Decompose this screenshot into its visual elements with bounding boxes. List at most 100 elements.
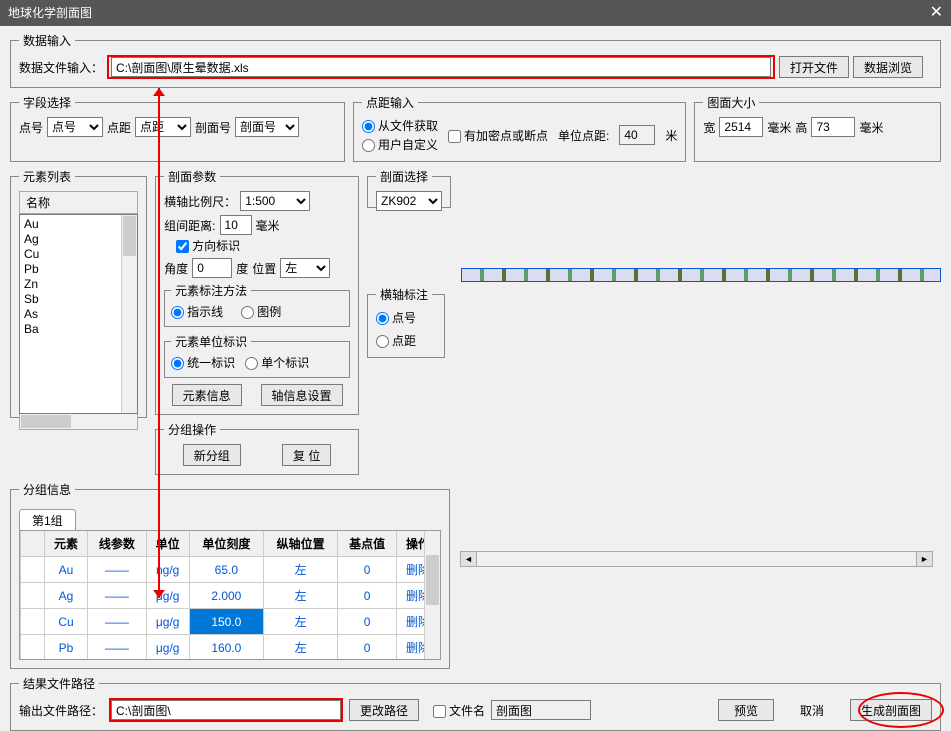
- cell-elem[interactable]: Pb: [45, 635, 88, 661]
- table-row[interactable]: Ag——μg/g2.000左0删除: [21, 583, 440, 609]
- section-value-select[interactable]: ZK902: [376, 191, 442, 211]
- window-title: 地球化学剖面图: [8, 0, 92, 26]
- browse-data-button[interactable]: 数据浏览: [853, 56, 923, 78]
- data-file-input[interactable]: [111, 57, 771, 77]
- cell-elem[interactable]: Ag: [45, 583, 88, 609]
- cell-lineparam[interactable]: ——: [88, 635, 147, 661]
- chevron-left-icon[interactable]: ◄: [461, 552, 477, 566]
- unit-unified-radio[interactable]: 统一标识: [171, 354, 235, 371]
- haxis-mark-group: 横轴标注 点号 点距: [367, 286, 445, 358]
- cell-lineparam[interactable]: ——: [88, 609, 147, 635]
- cell-unit[interactable]: μg/g: [146, 635, 189, 661]
- user-def-radio[interactable]: 用户自定义: [362, 136, 438, 153]
- group-ops-group: 分组操作 新分组 复 位: [155, 421, 359, 475]
- section-select-legend: 剖面选择: [376, 168, 432, 185]
- axis-info-button[interactable]: 轴信息设置: [261, 384, 343, 406]
- from-file-radio[interactable]: 从文件获取: [362, 117, 438, 134]
- cell-base[interactable]: 0: [338, 635, 397, 661]
- list-item[interactable]: Pb: [24, 262, 133, 277]
- element-list-hscroll[interactable]: [19, 414, 138, 430]
- generate-button[interactable]: 生成剖面图: [850, 699, 932, 721]
- preview-button[interactable]: 预览: [718, 699, 774, 721]
- field-select-group: 字段选择 点号 点号 点距 点距 剖面号 剖面号: [10, 94, 345, 162]
- haxis-dist-radio[interactable]: 点距: [376, 334, 416, 348]
- height-input[interactable]: [811, 117, 855, 137]
- elem-info-button[interactable]: 元素信息: [172, 384, 242, 406]
- width-input[interactable]: [719, 117, 763, 137]
- dist-select[interactable]: 点距: [135, 117, 191, 137]
- open-file-button[interactable]: 打开文件: [779, 56, 849, 78]
- pos-label: 位置: [252, 260, 276, 277]
- hscale-select[interactable]: 1:500: [240, 191, 310, 211]
- close-icon[interactable]: ✕: [930, 0, 943, 26]
- cell-base[interactable]: 0: [338, 609, 397, 635]
- cell-base[interactable]: 0: [338, 583, 397, 609]
- group-info-group: 分组信息 第1组 元素 线参数 单位 单位刻度 纵轴位置 基点值 操作 Au——…: [10, 481, 450, 669]
- cell-unit[interactable]: ng/g: [146, 557, 189, 583]
- angle-label: 角度: [164, 260, 188, 277]
- cell-base[interactable]: 0: [338, 557, 397, 583]
- cell-scale[interactable]: 2.000: [189, 583, 263, 609]
- result-path-group: 结果文件路径 输出文件路径： 更改路径 文件名 预览 取消 生成剖面图: [10, 675, 941, 731]
- dir-mark-checkbox[interactable]: 方向标识: [176, 237, 341, 254]
- cell-ypos[interactable]: 左: [263, 583, 337, 609]
- width-label: 宽: [703, 119, 715, 136]
- pos-select[interactable]: 左: [280, 258, 330, 278]
- cell-elem[interactable]: Cu: [45, 609, 88, 635]
- filename-checkbox[interactable]: 文件名: [433, 702, 485, 719]
- cell-scale[interactable]: 150.0: [189, 609, 263, 635]
- change-path-button[interactable]: 更改路径: [349, 699, 419, 721]
- haxis-pointno-radio[interactable]: 点号: [376, 311, 416, 325]
- redbox-annotation-2: [109, 698, 343, 722]
- table-row[interactable]: Pb——μg/g160.0左0删除: [21, 635, 440, 661]
- cell-unit[interactable]: μg/g: [146, 609, 189, 635]
- result-path-legend: 结果文件路径: [19, 675, 99, 692]
- cell-ypos[interactable]: 左: [263, 609, 337, 635]
- mark-line-radio[interactable]: 指示线: [171, 303, 223, 320]
- titlebar: 地球化学剖面图 ✕: [0, 0, 951, 26]
- list-item[interactable]: Au: [24, 217, 133, 232]
- pointno-select[interactable]: 点号: [47, 117, 103, 137]
- list-item[interactable]: Sb: [24, 292, 133, 307]
- group-table-vscroll[interactable]: [424, 531, 440, 659]
- cell-lineparam[interactable]: ——: [88, 557, 147, 583]
- list-item[interactable]: As: [24, 307, 133, 322]
- cell-scale[interactable]: 65.0: [189, 557, 263, 583]
- data-input-group: 数据输入 数据文件输入： 打开文件 数据浏览: [10, 32, 941, 88]
- width-unit: 毫米: [767, 119, 791, 136]
- grp-dist-input[interactable]: [220, 215, 252, 235]
- list-item[interactable]: Ba: [24, 322, 133, 337]
- chevron-right-icon[interactable]: ►: [916, 552, 932, 566]
- cell-elem[interactable]: Au: [45, 557, 88, 583]
- height-label: 高: [795, 119, 807, 136]
- field-select-legend: 字段选择: [19, 94, 75, 111]
- element-list-vscroll[interactable]: [121, 215, 137, 413]
- table-row[interactable]: Au——ng/g65.0左0删除: [21, 557, 440, 583]
- dense-checkbox[interactable]: 有加密点或断点: [448, 127, 548, 144]
- cell-unit[interactable]: μg/g: [146, 583, 189, 609]
- data-input-legend: 数据输入: [19, 32, 75, 49]
- list-item[interactable]: Cu: [24, 247, 133, 262]
- angle-input[interactable]: [192, 258, 232, 278]
- cell-ypos[interactable]: 左: [263, 635, 337, 661]
- list-item[interactable]: Zn: [24, 277, 133, 292]
- preview-hscroll[interactable]: ◄ ►: [460, 551, 933, 567]
- cell-scale[interactable]: 160.0: [189, 635, 263, 661]
- new-group-button[interactable]: 新分组: [183, 444, 241, 466]
- table-row[interactable]: Cu——μg/g150.0左0删除: [21, 609, 440, 635]
- cell-ypos[interactable]: 左: [263, 557, 337, 583]
- tab-group1[interactable]: 第1组: [19, 509, 76, 531]
- cell-lineparam[interactable]: ——: [88, 583, 147, 609]
- section-params-group: 剖面参数 横轴比例尺： 1:500 组间距离: 毫米 方向标识: [155, 168, 359, 415]
- section-select[interactable]: 剖面号: [235, 117, 299, 137]
- reset-group-button[interactable]: 复 位: [282, 444, 331, 466]
- list-item[interactable]: Ag: [24, 232, 133, 247]
- unit-single-radio[interactable]: 单个标识: [245, 354, 309, 371]
- mark-legend-radio[interactable]: 图例: [241, 303, 281, 320]
- element-list-header: 名称: [19, 191, 138, 214]
- element-listbox[interactable]: Au Ag Cu Pb Zn Sb As Ba: [19, 214, 138, 414]
- grp-dist-label: 组间距离:: [164, 217, 215, 234]
- cancel-button[interactable]: 取消: [790, 699, 834, 721]
- output-path-input[interactable]: [111, 700, 341, 720]
- pointno-label: 点号: [19, 119, 43, 136]
